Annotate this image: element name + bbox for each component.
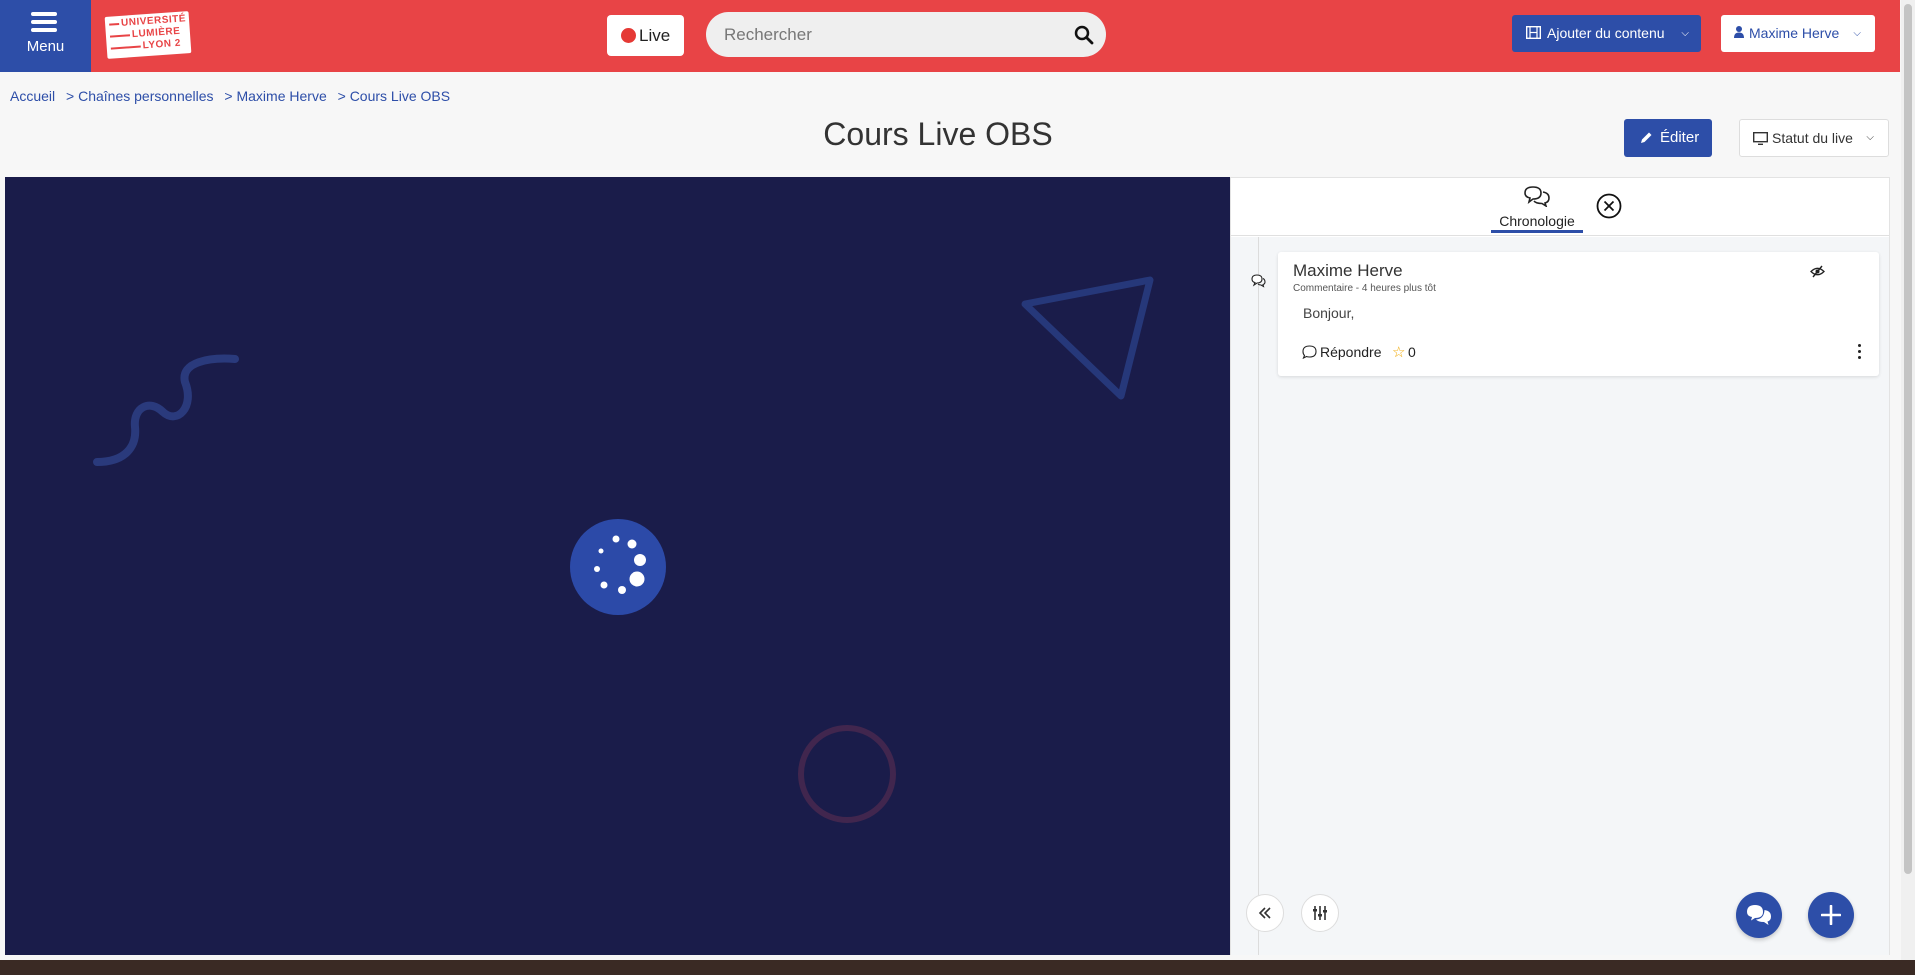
- chronology-panel: Chronologie Maxime Herve Commentaire - 4…: [1230, 177, 1890, 955]
- university-logo[interactable]: UNIVERSITÉ LUMIÈRE LYON 2: [104, 11, 192, 59]
- chevron-down-icon: ⌵: [1853, 28, 1861, 39]
- loading-dots-icon: [594, 535, 646, 594]
- top-header: Menu UNIVERSITÉ LUMIÈRE LYON 2 Live Ajou…: [0, 0, 1900, 72]
- tab-chronologie[interactable]: Chronologie: [1491, 181, 1583, 233]
- user-label: Maxime Herve: [1749, 25, 1840, 41]
- pencil-icon: [1641, 132, 1652, 143]
- active-tab-indicator: [1491, 230, 1583, 233]
- red-dot-icon: [621, 28, 636, 43]
- page-scrollbar[interactable]: [1901, 0, 1915, 960]
- star-rating[interactable]: ☆ 0: [1392, 344, 1416, 361]
- breadcrumb-personal-channels[interactable]: > Chaînes personnelles: [66, 88, 214, 104]
- breadcrumb-current[interactable]: > Cours Live OBS: [338, 88, 450, 104]
- chat-bubbles-icon: [1524, 186, 1550, 207]
- scrollbar-thumb[interactable]: [1904, 4, 1912, 874]
- comment-text: Bonjour,: [1303, 305, 1355, 321]
- timeline-rail: [1258, 237, 1259, 955]
- chevron-down-icon: ⌵: [1866, 132, 1874, 143]
- desktop-background-strip: [0, 960, 1915, 975]
- comment-card: Maxime Herve Commentaire - 4 heures plus…: [1278, 252, 1879, 376]
- breadcrumb-user-channel[interactable]: > Maxime Herve: [224, 88, 326, 104]
- monitor-icon: [1753, 132, 1768, 145]
- hamburger-icon: [31, 12, 57, 32]
- settings-button[interactable]: [1301, 894, 1339, 932]
- star-count: 0: [1408, 344, 1416, 360]
- decorative-squiggle: [93, 354, 239, 466]
- live-button[interactable]: Live: [607, 15, 684, 56]
- plus-icon: [1821, 905, 1841, 925]
- comment-meta: Commentaire - 4 heures plus tôt: [1293, 283, 1436, 294]
- sliders-icon: [1313, 906, 1327, 920]
- panel-tabs: Chronologie: [1231, 178, 1889, 236]
- chat-icon: [1747, 905, 1771, 925]
- add-content-label: Ajouter du contenu: [1547, 25, 1665, 41]
- close-circle-icon[interactable]: [1596, 193, 1622, 219]
- menu-label: Menu: [26, 38, 65, 55]
- page-title: Cours Live OBS: [823, 116, 1053, 152]
- eye-slash-icon[interactable]: [1810, 265, 1825, 278]
- loading-spinner[interactable]: [570, 519, 666, 615]
- comment-author[interactable]: Maxime Herve: [1293, 261, 1403, 281]
- user-menu-button[interactable]: Maxime Herve ⌵: [1721, 15, 1875, 52]
- add-fab-button[interactable]: [1808, 892, 1854, 938]
- more-options-icon[interactable]: [1855, 344, 1863, 362]
- user-icon: [1734, 26, 1744, 38]
- star-icon: ☆: [1392, 344, 1406, 361]
- live-status-button[interactable]: Statut du live ⌵: [1739, 119, 1889, 157]
- search-icon[interactable]: [1074, 25, 1094, 45]
- search-input[interactable]: [724, 12, 1054, 57]
- reply-label: Répondre: [1320, 344, 1382, 360]
- edit-button[interactable]: Éditer: [1624, 119, 1712, 157]
- video-player[interactable]: [5, 177, 1230, 955]
- live-status-label: Statut du live: [1772, 130, 1853, 146]
- comment-marker-icon: [1251, 274, 1266, 288]
- decorative-triangle: [1021, 276, 1154, 400]
- chronology-body: Maxime Herve Commentaire - 4 heures plus…: [1231, 237, 1889, 955]
- live-label: Live: [639, 26, 671, 45]
- menu-button[interactable]: Menu: [0, 0, 91, 72]
- breadcrumb-home[interactable]: Accueil: [10, 88, 55, 104]
- logo-line-3: LYON 2: [142, 37, 182, 52]
- double-chevron-left-icon: [1258, 907, 1271, 919]
- film-icon: [1526, 26, 1541, 39]
- chat-fab-button[interactable]: [1736, 892, 1782, 938]
- add-content-button[interactable]: Ajouter du contenu ⌵: [1512, 15, 1701, 52]
- speech-bubble-icon: [1302, 345, 1317, 359]
- reply-button[interactable]: Répondre: [1302, 344, 1382, 360]
- search-bar: [706, 12, 1106, 57]
- tab-chronologie-label: Chronologie: [1499, 213, 1575, 229]
- edit-label: Éditer: [1660, 129, 1700, 146]
- decorative-circle: [798, 725, 896, 823]
- breadcrumb: Accueil > Chaînes personnelles > Maxime …: [10, 88, 457, 104]
- collapse-panel-button[interactable]: [1246, 894, 1284, 932]
- chevron-down-icon: ⌵: [1681, 28, 1689, 39]
